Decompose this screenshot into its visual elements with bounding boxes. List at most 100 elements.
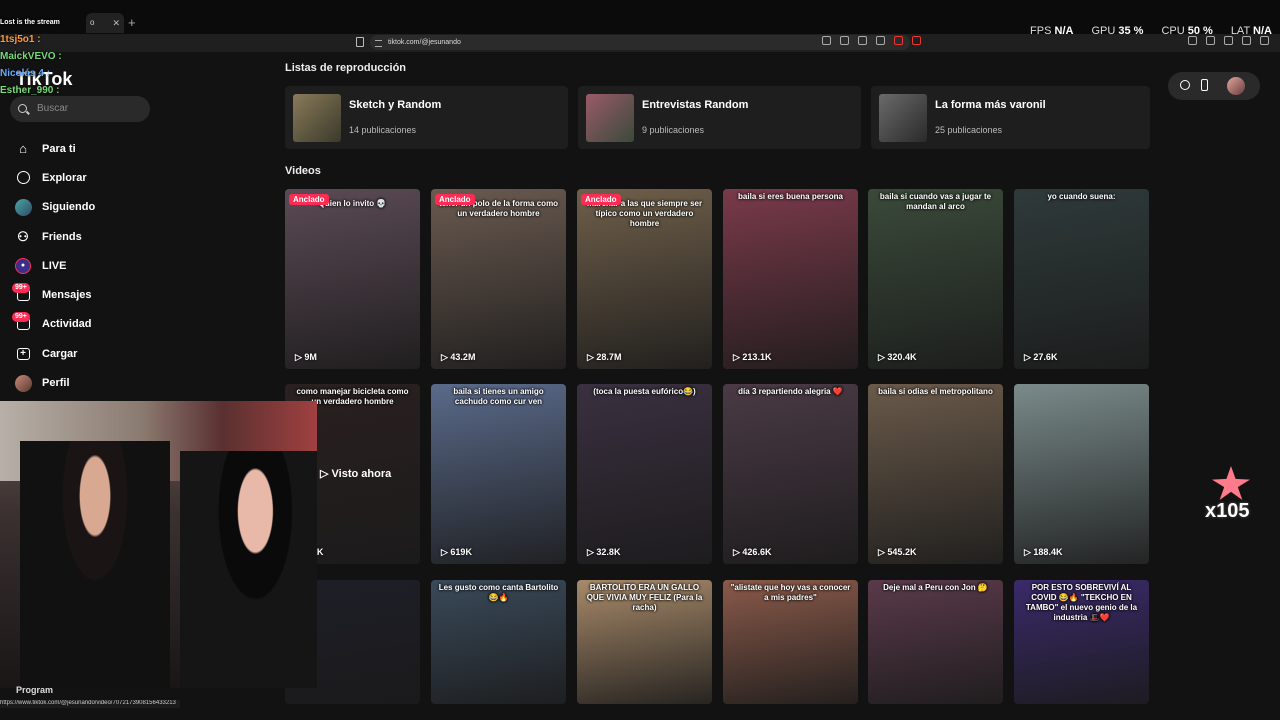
profile-avatar-icon [14,374,32,392]
video-caption: día 3 repartiendo alegria ❤️ [738,387,843,396]
video-caption: baila si tienes un amigo cachudo como cu… [453,387,544,406]
video-card[interactable]: baila si odias el metropolitano ▷ 545.2K [868,384,1003,564]
chat-message: Esther_990 : [0,85,60,96]
pinned-badge: Anclado [581,194,621,205]
video-card[interactable]: Les gusto como canta Bartolito😂🔥 [431,580,566,704]
friends-icon: ⚇ [17,228,29,244]
wallet-icon[interactable] [1224,36,1233,45]
sidebar-item-cargar[interactable]: + Cargar [14,339,95,368]
play-icon: ▷ [733,352,743,362]
play-icon: ▷ [587,352,597,362]
playlist-title: Sketch y Random [349,99,442,111]
upload-icon: + [14,345,32,363]
sidebar-item-label: Friends [42,230,82,243]
pinned-badge: Anclado [289,194,329,205]
view-count-value: 320.4K [887,352,917,362]
top-right-tools [1168,72,1260,100]
play-icon: ▷ [733,547,743,557]
playlist-count: 14 publicaciones [349,125,417,135]
coins-icon[interactable] [1180,80,1190,90]
sidebar-item-label: Mensajes [42,289,92,302]
sidebar-item-label: Perfil [42,377,70,390]
video-card[interactable]: yo cuando suena: ▷ 27.6K [1014,189,1149,369]
video-caption: (toca la puesta eufórico😂) [593,387,696,396]
key-icon[interactable] [858,36,867,45]
view-count-value: 545.2K [887,547,917,557]
site-settings-icon[interactable] [375,40,382,47]
close-tab-icon[interactable]: ✕ [112,13,120,33]
sidebar-item-label: Cargar [42,347,78,360]
play-icon: ▷ [1024,547,1034,557]
streamer-right [180,451,317,688]
video-card[interactable]: (toca la puesta eufórico😂) ▷ 32.8K [577,384,712,564]
playlist-card[interactable]: Sketch y Random 14 publicaciones [285,86,568,149]
view-count: ▷ 188.4K [1024,547,1062,558]
video-card[interactable]: tener un polo de la forma como un verdad… [431,189,566,369]
messages-icon: 99+ [12,283,32,304]
video-caption: baila si eres buena persona [738,192,843,201]
shield-icon[interactable] [894,36,903,45]
playlist-count: 9 publicaciones [642,125,705,135]
view-count-value: 188.4K [1033,547,1063,557]
video-caption: BARTOLITO ERA UN GALLO QUE VIVIA MUY FEL… [586,583,703,612]
zoom-icon[interactable] [840,36,849,45]
search-input[interactable]: Buscar [10,96,150,122]
view-count-value: 426.6K [742,547,772,557]
sidebar-item-mensajes[interactable]: 99+ Mensajes [12,280,95,309]
video-card[interactable]: baila si cuando vas a jugar te mandan al… [868,189,1003,369]
menu-icon[interactable] [1260,36,1269,45]
music-icon[interactable] [1188,36,1197,45]
new-tab-icon[interactable]: + [128,15,136,30]
bookmark-icon[interactable] [356,37,364,47]
sidebar-item-label: Explorar [42,171,87,184]
sidebar-item-live[interactable]: ● LIVE [14,251,95,280]
sidebar-item-explorar[interactable]: Explorar [14,163,95,192]
sidebar-icon[interactable] [1206,36,1215,45]
video-card[interactable]: baila si tienes un amigo cachudo como cu… [431,384,566,564]
star-icon[interactable] [876,36,885,45]
vpn-icon[interactable] [1242,36,1251,45]
sidebar-item-label: LIVE [42,259,67,272]
compass-icon [14,169,32,187]
sidebar-item-perfil[interactable]: Perfil [14,368,95,397]
home-icon: ⌂ [19,141,27,157]
video-caption: yo cuando suena: [1047,192,1116,201]
video-card[interactable]: Quien lo invito 💀 Anclado ▷ 9M [285,189,420,369]
video-caption: Les gusto como canta Bartolito😂🔥 [438,583,559,602]
video-card[interactable]: día 3 repartiendo alegria ❤️ ▷ 426.6K [723,384,858,564]
webcam-overlay [0,401,317,688]
rewards-icon[interactable] [912,36,921,45]
view-count-value: 32.8K [596,547,621,557]
video-card[interactable]: POR ESTO SOBREVIVÍ AL COVID 😂🔥 "TEKCHO E… [1014,580,1149,704]
playlist-card[interactable]: La forma más varonil 25 publicaciones [871,86,1150,149]
video-card[interactable]: BARTOLITO ERA UN GALLO QUE VIVIA MUY FEL… [577,580,712,704]
chat-message: Nicolás 4 : [0,68,51,79]
video-card[interactable]: "alistate que hoy vas a conocer a mis pa… [723,580,858,704]
sidebar-nav: ⌂ Para ti Explorar Siguiendo ⚇ Friends ● LI… [12,134,95,398]
sidebar-item-friends[interactable]: ⚇ Friends [14,222,95,251]
video-caption: POR ESTO SOBREVIVÍ AL COVID 😂🔥 "TEKCHO E… [1025,583,1138,622]
view-count: ▷ 213.1K [733,352,771,363]
translate-icon[interactable] [822,36,831,45]
play-icon: ▷ [295,352,305,362]
activity-icon: 99+ [12,312,32,333]
view-count-value: 213.1K [742,352,772,362]
sidebar-item-actividad[interactable]: 99+ Actividad [12,310,95,339]
phone-icon[interactable] [1201,79,1208,91]
user-avatar[interactable] [1227,77,1245,95]
sidebar-item-siguiendo[interactable]: Siguiendo [14,193,95,222]
video-card[interactable]: Deje mal a Peru con Jon 🤔 [868,580,1003,704]
sidebar-item-para-ti[interactable]: ⌂ Para ti [14,134,95,163]
video-card[interactable]: ▷ 188.4K [1014,384,1149,564]
search-icon [18,104,27,113]
play-icon: ▷ [878,547,888,557]
chat-message: MaickVEVO : [0,51,62,62]
chat-message: 1tsj5o1 : [0,34,41,45]
play-icon: ▷ [878,352,888,362]
video-card[interactable]: marchar a las que siempre ser típico com… [577,189,712,369]
extension-icons [1188,36,1269,45]
video-card[interactable]: baila si eres buena persona ▷ 213.1K [723,189,858,369]
address-bar-actions [822,36,921,45]
playlist-card[interactable]: Entrevistas Random 9 publicaciones [578,86,861,149]
view-count: ▷ 28.7M [587,352,621,363]
